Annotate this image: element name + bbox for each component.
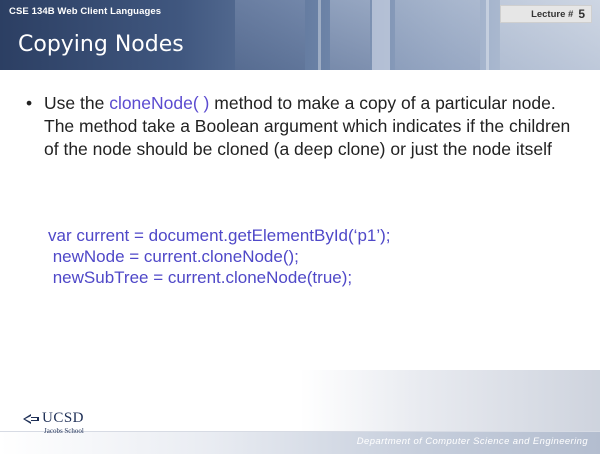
- code-line: newSubTree = current.cloneNode(true);: [48, 268, 353, 287]
- ucsd-logo: UCSD Jacobs School: [22, 410, 132, 444]
- method-name: cloneNode( ): [109, 93, 210, 113]
- lecture-number-tag: Lecture # 5: [500, 5, 592, 23]
- bullet-prefix: Use the: [44, 93, 110, 113]
- slide-content: • Use the cloneNode( ) method to make a …: [0, 70, 600, 400]
- course-label: CSE 134B Web Client Languages: [9, 6, 162, 17]
- ucsd-trident-icon: [23, 414, 39, 424]
- department-label: Department of Computer Science and Engin…: [356, 436, 588, 447]
- code-line: newNode = current.cloneNode();: [48, 247, 299, 266]
- header-building-image: [372, 0, 390, 70]
- header-building-image: [395, 0, 480, 70]
- logo-subtext: Jacobs School: [44, 427, 84, 435]
- bullet-item: • Use the cloneNode( ) method to make a …: [26, 92, 581, 161]
- bullet-dot: •: [26, 93, 33, 113]
- header-building-image: [330, 0, 370, 70]
- slide-title: Copying Nodes: [18, 32, 184, 57]
- slide: CSE 134B Web Client Languages Copying No…: [0, 0, 600, 454]
- lecture-number: 5: [578, 7, 585, 21]
- code-block: var current = document.getElementById(‘p…: [48, 225, 391, 288]
- lecture-label: Lecture #: [531, 8, 574, 20]
- logo-text: UCSD: [42, 410, 85, 426]
- code-line: var current = document.getElementById(‘p…: [48, 226, 391, 245]
- bullet-text: Use the cloneNode( ) method to make a co…: [26, 92, 581, 161]
- header-stripe: [486, 0, 489, 70]
- header-building-image: [235, 0, 305, 70]
- header-stripe: [318, 0, 321, 70]
